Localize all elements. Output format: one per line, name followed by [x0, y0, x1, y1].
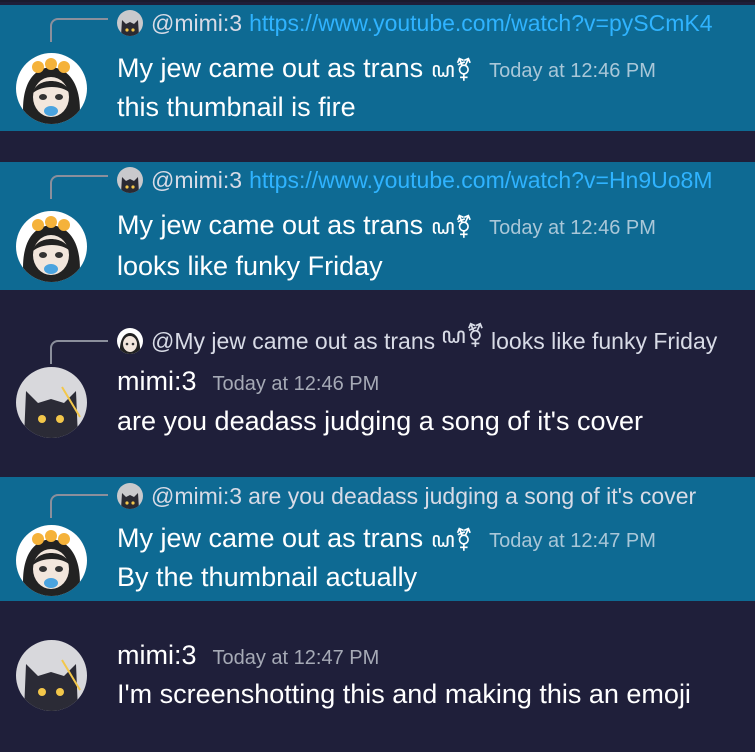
- black-cat-avatar-icon: [117, 167, 143, 193]
- author-name[interactable]: My jew came out as trans: [117, 523, 423, 554]
- reply-preview[interactable]: @mimi:3 https://www.youtube.com/watch?v=…: [117, 167, 713, 193]
- anime-girl-avatar-icon: [117, 328, 143, 354]
- message[interactable]: mimi:3 Today at 12:47 PM I'm screenshott…: [0, 630, 755, 752]
- reply-preview[interactable]: @My jew came out as trans ꦝ⚧ looks like …: [117, 322, 717, 355]
- timestamp[interactable]: Today at 12:46 PM: [213, 373, 380, 396]
- reply-author[interactable]: @mimi:3: [151, 167, 242, 194]
- reply-preview[interactable]: @mimi:3 https://www.youtube.com/watch?v=…: [117, 10, 712, 36]
- reply-preview[interactable]: @mimi:3 are you deadass judging a song o…: [117, 483, 696, 509]
- anime-girl-avatar[interactable]: [16, 53, 87, 124]
- reply-text[interactable]: looks like funky Friday: [491, 328, 717, 355]
- timestamp[interactable]: Today at 12:47 PM: [489, 530, 656, 553]
- reply-author[interactable]: @mimi:3: [151, 483, 242, 510]
- top-border: [0, 0, 755, 2]
- author-name[interactable]: My jew came out as trans: [117, 53, 423, 84]
- reply-spine: [50, 340, 108, 364]
- message-text: looks like funky Friday: [117, 251, 383, 281]
- message[interactable]: @My jew came out as trans ꦝ⚧ looks like …: [0, 318, 755, 468]
- message-header: mimi:3 Today at 12:46 PM: [117, 366, 379, 397]
- black-cat-avatar[interactable]: [16, 640, 87, 711]
- author-badge: ꦝ⚧: [431, 57, 474, 82]
- reply-link[interactable]: https://www.youtube.com/watch?v=Hn9Uo8M: [249, 167, 712, 194]
- author-name[interactable]: My jew came out as trans: [117, 210, 423, 241]
- message-header: My jew came out as trans ꦝ⚧ Today at 12:…: [117, 210, 656, 255]
- author-name[interactable]: mimi:3: [117, 640, 197, 671]
- reply-link[interactable]: https://www.youtube.com/watch?v=pySCmK4: [249, 10, 712, 37]
- reply-text[interactable]: are you deadass judging a song of it's c…: [248, 483, 696, 510]
- message-text: I'm screenshotting this and making this …: [117, 679, 691, 709]
- black-cat-avatar-icon: [117, 483, 143, 509]
- reply-spine: [50, 494, 108, 518]
- reply-spine: [50, 175, 108, 199]
- anime-girl-avatar[interactable]: [16, 211, 87, 282]
- message[interactable]: @mimi:3 https://www.youtube.com/watch?v=…: [0, 162, 755, 290]
- reply-author[interactable]: @My jew came out as trans: [151, 328, 435, 355]
- author-badge: ꦝ⚧: [431, 214, 474, 239]
- timestamp[interactable]: Today at 12:46 PM: [489, 217, 656, 240]
- message-text: are you deadass judging a song of it's c…: [117, 406, 643, 436]
- reply-spine: [50, 18, 108, 42]
- black-cat-avatar[interactable]: [16, 367, 87, 438]
- reply-author-badge: ꦝ⚧: [441, 321, 486, 348]
- reply-author[interactable]: @mimi:3: [151, 10, 242, 37]
- author-name[interactable]: mimi:3: [117, 366, 197, 397]
- timestamp[interactable]: Today at 12:47 PM: [213, 647, 380, 670]
- author-badge: ꦝ⚧: [431, 527, 474, 552]
- message[interactable]: @mimi:3 https://www.youtube.com/watch?v=…: [0, 5, 755, 131]
- message-header: mimi:3 Today at 12:47 PM: [117, 640, 379, 671]
- message-text: this thumbnail is fire: [117, 92, 356, 122]
- message[interactable]: @mimi:3 are you deadass judging a song o…: [0, 477, 755, 601]
- timestamp[interactable]: Today at 12:46 PM: [489, 60, 656, 83]
- black-cat-avatar-icon: [117, 10, 143, 36]
- message-text: By the thumbnail actually: [117, 562, 418, 592]
- anime-girl-avatar[interactable]: [16, 525, 87, 596]
